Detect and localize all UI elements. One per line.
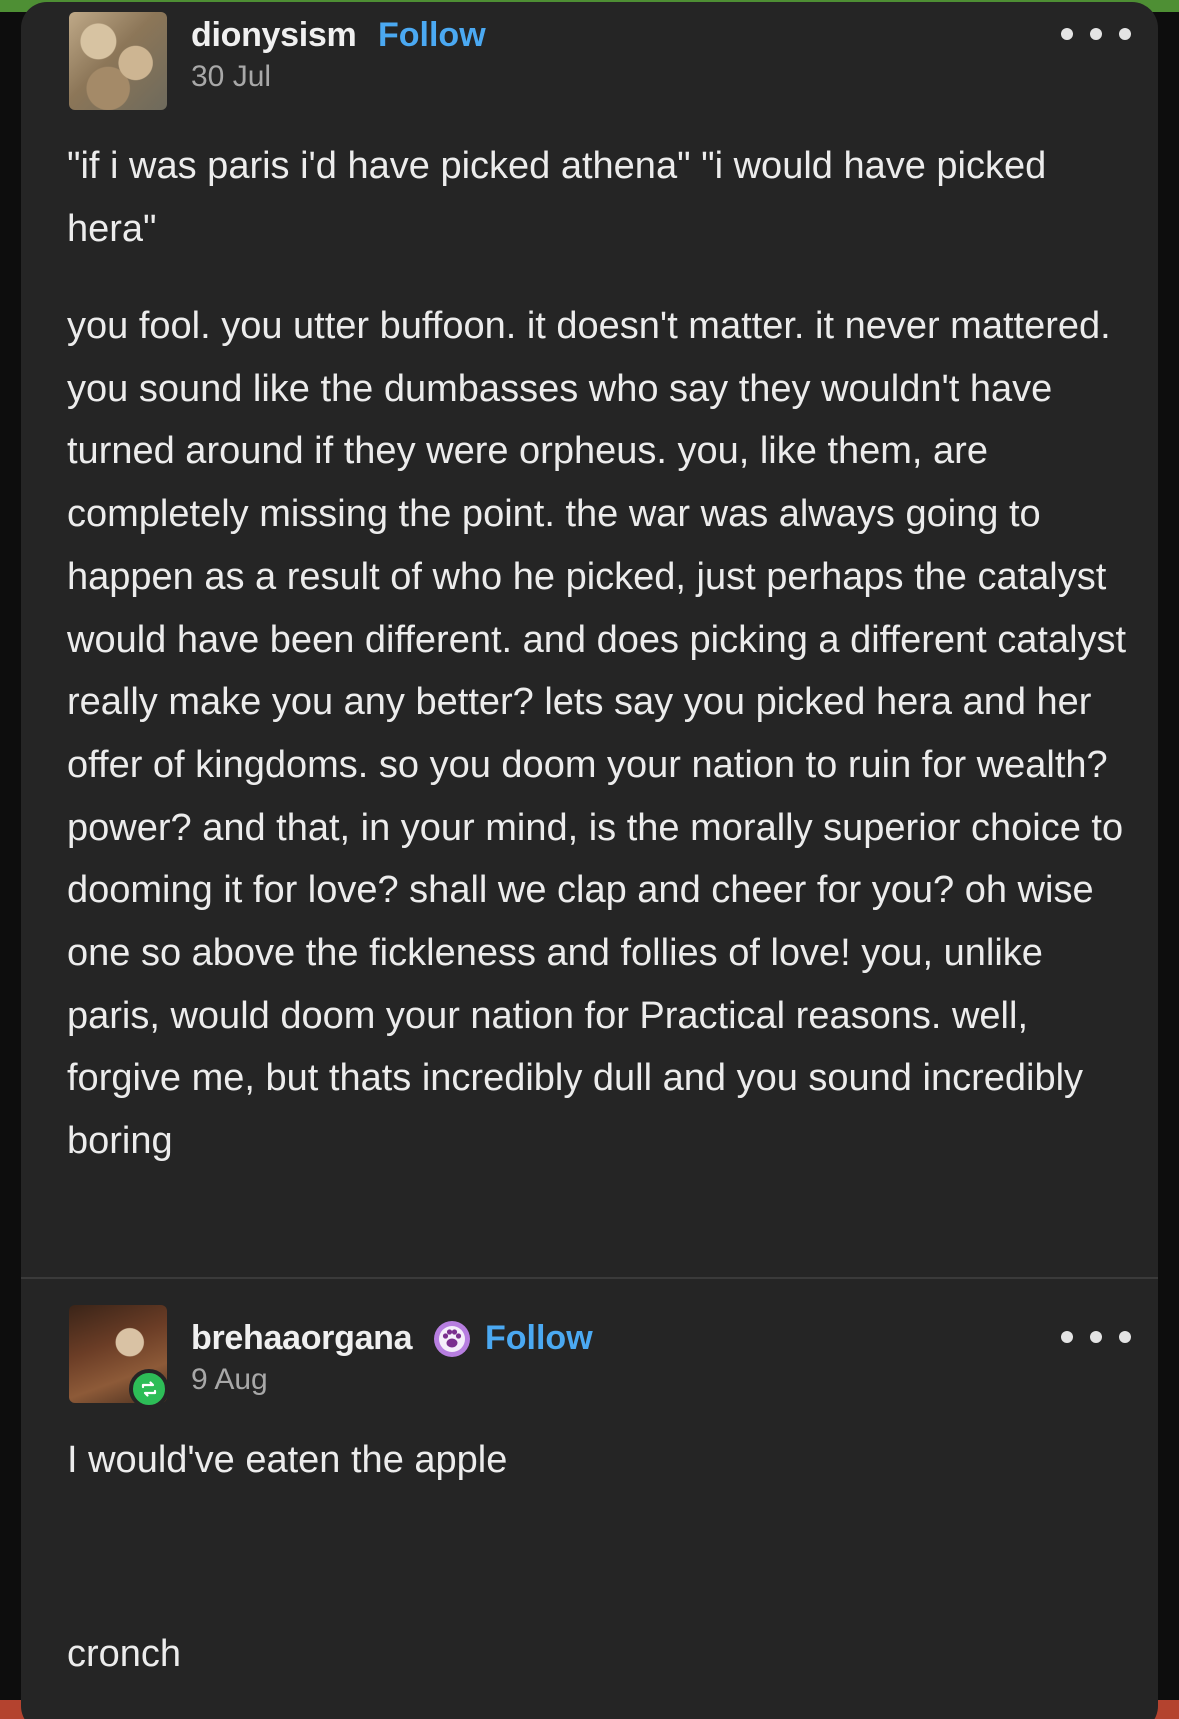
post-2-comment-paragraph: I would've eaten the apple: [67, 1439, 508, 1481]
post-2-follow-button[interactable]: Follow: [485, 1319, 593, 1358]
post-1-quote-paragraph: "if i was paris i'd have picked athena" …: [67, 145, 1047, 250]
more-dot: [1119, 28, 1131, 40]
dionysism-avatar[interactable]: [69, 12, 167, 110]
post-2-cronch-paragraph: cronch: [67, 1633, 182, 1675]
more-dot: [1119, 1331, 1131, 1343]
post-1-date[interactable]: 30 Jul: [191, 60, 271, 94]
reblog-icon: [129, 1369, 169, 1409]
more-dot: [1090, 1331, 1102, 1343]
screenshot-frame: dionysism Follow 30 Jul "if i was paris …: [0, 0, 1179, 1719]
post-1-rant-paragraph: you fool. you utter buffoon. it doesn't …: [67, 305, 1127, 1163]
paw-badge-icon[interactable]: [432, 1319, 472, 1359]
post-1-follow-button[interactable]: Follow: [378, 16, 486, 55]
post-divider: [21, 1277, 1158, 1279]
post-1-more-options-icon[interactable]: [1061, 22, 1131, 46]
more-dot: [1061, 28, 1073, 40]
brehaaorgana-avatar[interactable]: [69, 1305, 169, 1409]
post-2-date[interactable]: 9 Aug: [191, 1363, 268, 1397]
post-2-username[interactable]: brehaaorgana: [191, 1319, 413, 1358]
more-dot: [1061, 1331, 1073, 1343]
post-1-username[interactable]: dionysism: [191, 16, 357, 55]
more-dot: [1090, 28, 1102, 40]
post-2-header: brehaaorgana Follow 9 Aug: [21, 1305, 1158, 1415]
post-2-more-options-icon[interactable]: [1061, 1325, 1131, 1349]
post-card: dionysism Follow 30 Jul "if i was paris …: [21, 2, 1158, 1719]
post-1-header: dionysism Follow 30 Jul: [21, 2, 1158, 112]
